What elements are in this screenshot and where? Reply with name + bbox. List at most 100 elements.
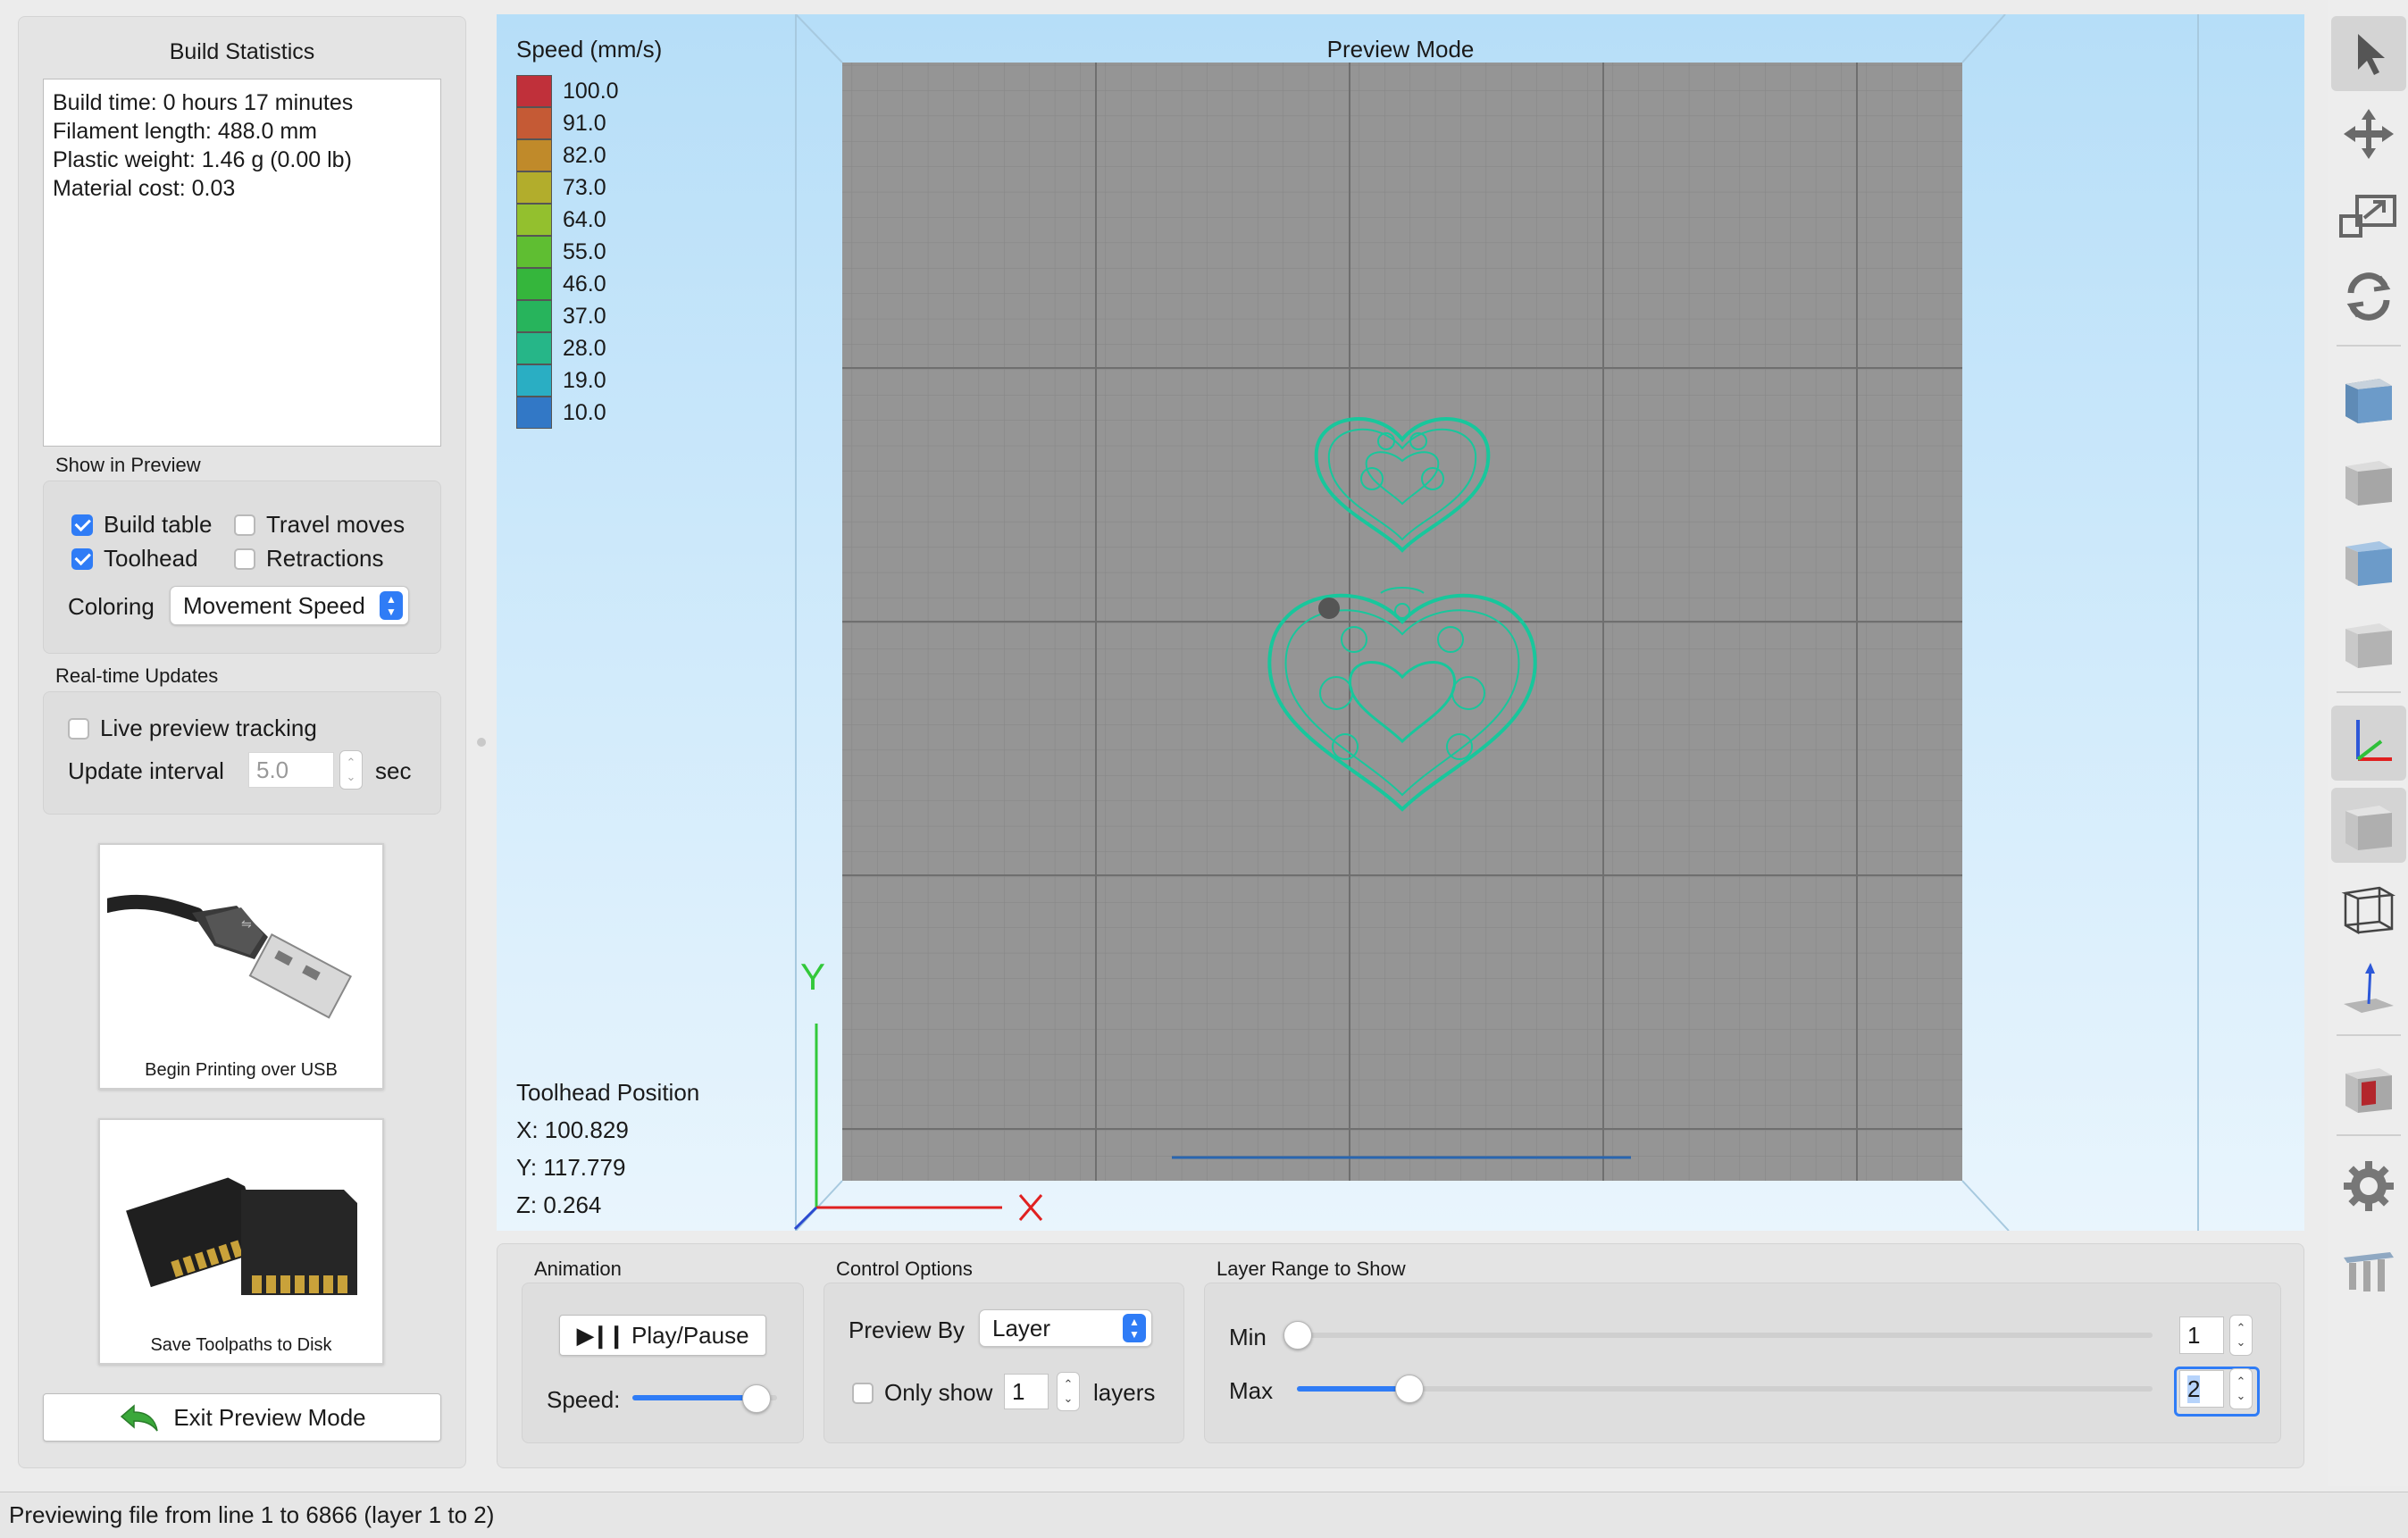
view-side-icon[interactable]: [2331, 443, 2406, 518]
layer-min-slider-knob[interactable]: [1283, 1321, 1312, 1350]
animation-title: Animation: [534, 1258, 622, 1280]
update-interval-input[interactable]: 5.0: [248, 752, 334, 788]
layer-min-value: 1: [2187, 1321, 2201, 1349]
layer-max-value: 2: [2187, 1375, 2201, 1403]
speed-slider-knob[interactable]: [741, 1384, 771, 1413]
retractions-toggle[interactable]: Retractions: [234, 545, 384, 573]
toolhead-toggle[interactable]: Toolhead: [71, 545, 198, 573]
legend-swatch: [516, 332, 552, 364]
legend-item: 100.0: [516, 75, 619, 107]
save-toolpaths-button[interactable]: Save Toolpaths to Disk: [98, 1118, 384, 1365]
layer-max-slider-track[interactable]: [1297, 1386, 2153, 1392]
live-preview-toggle[interactable]: Live preview tracking: [68, 715, 317, 742]
begin-printing-usb-button[interactable]: ⇋ Begin Printing over USB: [98, 843, 384, 1090]
stat-build-time: Build time: 0 hours 17 minutes: [53, 90, 354, 115]
view-front-icon[interactable]: [2331, 361, 2406, 436]
legend-label: 46.0: [563, 271, 606, 297]
realtime-updates-title: Real-time Updates: [55, 665, 219, 687]
solid-view-icon[interactable]: [2331, 788, 2406, 863]
legend-item: 73.0: [516, 171, 606, 204]
exit-preview-label: Exit Preview Mode: [173, 1403, 366, 1431]
layer-max-slider-knob[interactable]: [1394, 1375, 1424, 1403]
speed-legend-title: Speed (mm/s): [516, 36, 663, 63]
update-interval-unit: sec: [375, 757, 412, 784]
update-interval-value: 5.0: [256, 756, 289, 783]
view-iso-icon[interactable]: [2331, 606, 2406, 681]
legend-item: 37.0: [516, 300, 606, 332]
preview-viewport[interactable]: Preview Mode Speed (mm/s) 100.0 91.0 82.0 7…: [497, 14, 2304, 1231]
wireframe-view-icon[interactable]: [2331, 870, 2406, 945]
settings-gear-icon[interactable]: [2331, 1149, 2406, 1224]
build-statistics-box: Build time: 0 hours 17 minutes Filament …: [43, 79, 441, 447]
preview-mode-title: Preview Mode: [1326, 36, 1475, 63]
rotate-icon[interactable]: [2331, 259, 2406, 334]
layer-max-stepper-icon[interactable]: ⌃ ⌄: [2229, 1368, 2253, 1409]
legend-item: 10.0: [516, 397, 606, 429]
scale-icon[interactable]: [2331, 179, 2406, 254]
axes-icon[interactable]: [2331, 706, 2406, 781]
layer-min-label: Min: [1229, 1324, 1267, 1350]
layer-max-slider-fill: [1297, 1386, 1409, 1392]
only-show-layers-input[interactable]: 1: [1004, 1374, 1049, 1409]
x-axis-label: [1018, 1194, 1043, 1221]
legend-item: 28.0: [516, 332, 606, 364]
preview-by-select[interactable]: Layer ▲ ▼: [979, 1309, 1152, 1347]
layer-max-input[interactable]: 2: [2179, 1370, 2224, 1408]
toolhead-label: Toolhead: [104, 545, 198, 572]
supports-icon[interactable]: [2331, 1236, 2406, 1311]
legend-swatch: [516, 171, 552, 204]
only-show-checkbox[interactable]: [852, 1382, 874, 1404]
retractions-checkbox[interactable]: [234, 547, 255, 570]
live-preview-checkbox[interactable]: [68, 717, 89, 740]
coloring-select[interactable]: Movement Speed ▲ ▼: [170, 586, 409, 625]
preview-by-label: Preview By: [849, 1316, 966, 1343]
only-show-toggle[interactable]: Only show: [852, 1379, 992, 1407]
travel-moves-checkbox[interactable]: [234, 514, 255, 536]
legend-swatch: [516, 107, 552, 139]
legend-swatch: [516, 139, 552, 171]
realtime-updates-group: [43, 691, 441, 815]
legend-label: 10.0: [563, 399, 606, 425]
travel-moves-toggle[interactable]: Travel moves: [234, 511, 405, 539]
select-arrow-icon[interactable]: [2331, 16, 2406, 91]
show-in-preview-title: Show in Preview: [55, 454, 201, 476]
save-toolpaths-label: Save Toolpaths to Disk: [150, 1335, 332, 1355]
stat-material-cost: Material cost: 0.03: [53, 176, 236, 201]
build-plate-scene: [793, 14, 2199, 1231]
legend-item: 19.0: [516, 364, 606, 397]
legend-label: 28.0: [563, 335, 606, 361]
layflat-icon[interactable]: [2331, 950, 2406, 1025]
view-top-icon[interactable]: [2331, 523, 2406, 598]
only-show-layers-value: 1: [1012, 1377, 1025, 1405]
legend-item: 91.0: [516, 107, 606, 139]
build-table-toggle[interactable]: Build table: [71, 511, 212, 539]
toolhead-x: X: 100.829: [516, 1116, 629, 1143]
layer-min-slider-track[interactable]: [1297, 1333, 2153, 1338]
y-axis-label: Y: [800, 956, 826, 998]
select-updown-icon: ▲ ▼: [1123, 1314, 1146, 1342]
animation-group: [522, 1283, 804, 1443]
exit-preview-button[interactable]: Exit Preview Mode: [43, 1393, 441, 1442]
layer-min-input[interactable]: 1: [2179, 1316, 2224, 1354]
build-table-label: Build table: [104, 511, 213, 538]
coloring-select-value: Movement Speed: [183, 591, 365, 619]
build-table-checkbox[interactable]: [71, 514, 93, 536]
speed-label: Speed:: [547, 1386, 621, 1413]
legend-swatch: [516, 268, 552, 300]
legend-label: 73.0: [563, 174, 606, 200]
toolhead-checkbox[interactable]: [71, 547, 93, 570]
play-pause-button[interactable]: ▶❙❙ Play/Pause: [559, 1315, 766, 1356]
splitter-handle[interactable]: [477, 738, 486, 747]
legend-label: 55.0: [563, 238, 606, 264]
move-icon[interactable]: [2331, 96, 2406, 171]
legend-swatch: [516, 300, 552, 332]
svg-text:⇋: ⇋: [241, 917, 252, 932]
legend-swatch: [516, 364, 552, 397]
back-arrow-icon: [121, 1404, 159, 1432]
layer-min-stepper-icon[interactable]: ⌃ ⌄: [2229, 1315, 2253, 1356]
stat-plastic-weight: Plastic weight: 1.46 g (0.00 lb): [53, 147, 352, 172]
usb-cable-icon: ⇋: [107, 852, 375, 1050]
only-show-stepper-icon[interactable]: ⌃ ⌄: [1057, 1372, 1080, 1411]
cross-section-icon[interactable]: [2331, 1050, 2406, 1125]
update-interval-stepper-icon[interactable]: ⌃ ⌄: [339, 750, 363, 790]
